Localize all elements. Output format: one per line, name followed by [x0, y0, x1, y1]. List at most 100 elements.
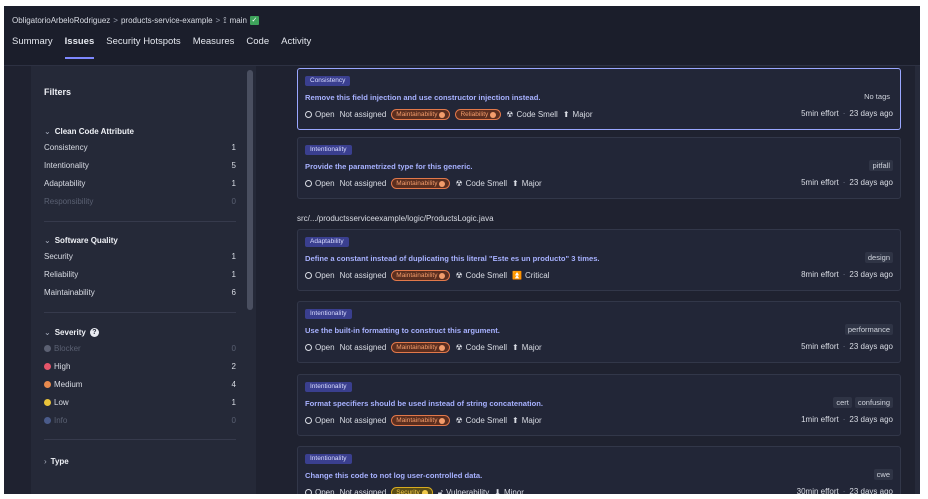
- filter-option[interactable]: Reliability 1: [44, 267, 236, 281]
- issue-severity: ⬇ Minor: [494, 488, 524, 494]
- software-quality-pill[interactable]: Maintainability: [391, 178, 451, 189]
- assignee[interactable]: Not assigned: [340, 110, 387, 119]
- effort: 5min effort: [801, 109, 839, 118]
- issue-tags[interactable]: design: [864, 252, 893, 263]
- issue-title-link[interactable]: Provide the parametrized type for this g…: [305, 162, 473, 171]
- filter-option[interactable]: Intentionality 5: [44, 158, 236, 172]
- software-quality-pill[interactable]: Maintainability: [391, 415, 451, 426]
- filter-option[interactable]: Responsibility 0: [44, 195, 236, 209]
- open-status-icon: [305, 180, 312, 187]
- open-status-icon: [305, 111, 312, 118]
- issue-tag[interactable]: cwe: [873, 469, 893, 480]
- software-quality-pill[interactable]: Maintainability: [391, 270, 451, 281]
- filter-option[interactable]: High 2: [44, 359, 236, 373]
- filter-option[interactable]: Security 1: [44, 249, 236, 263]
- filter-option[interactable]: Consistency 1: [44, 140, 236, 154]
- issue-tags[interactable]: cert confusing: [833, 397, 893, 408]
- tab-activity[interactable]: Activity: [275, 36, 317, 60]
- filters-title: Filters: [44, 87, 72, 97]
- issue-card[interactable]: Adaptability Define a constant instead of…: [297, 229, 901, 291]
- issue-title-link[interactable]: Format specifiers should be used instead…: [305, 399, 543, 408]
- filter-section-type[interactable]: › Type: [44, 457, 69, 466]
- filter-option[interactable]: Maintainability 6: [44, 285, 236, 299]
- filter-option-text: Info: [54, 416, 68, 426]
- issue-status[interactable]: Open: [305, 110, 335, 119]
- issue-title-link[interactable]: Define a constant instead of duplicating…: [305, 254, 600, 263]
- issue-title-link[interactable]: Use the built-in formatting to construct…: [305, 326, 500, 335]
- issue-tag[interactable]: cert: [833, 397, 852, 408]
- issue-age: 23 days ago: [849, 178, 893, 187]
- branch-name[interactable]: main: [230, 16, 247, 25]
- issue-status[interactable]: Open: [305, 343, 335, 352]
- assignee[interactable]: Not assigned: [340, 488, 387, 494]
- tab-code[interactable]: Code: [240, 36, 275, 60]
- filter-option-label: Intentionality: [44, 161, 89, 170]
- issue-effort-age: 1min effort · 23 days ago: [801, 415, 893, 424]
- divider: [44, 221, 236, 222]
- issue-status[interactable]: Open: [305, 488, 335, 494]
- main-scrollbar[interactable]: [915, 66, 920, 494]
- breadcrumb: ObligatorioArbeloRodriguez > products-se…: [12, 14, 259, 26]
- issue-severity: ⬆ Major: [512, 179, 542, 188]
- filter-section-clean_code[interactable]: ⌄ Clean Code Attribute: [44, 127, 134, 136]
- chevron-down-icon: ⌄: [44, 328, 51, 337]
- issue-status[interactable]: Open: [305, 179, 335, 188]
- filter-option[interactable]: Adaptability 1: [44, 176, 236, 190]
- help-icon[interactable]: ?: [89, 328, 99, 337]
- software-quality-pill[interactable]: Security: [391, 487, 433, 494]
- file-path: src/.../productsserviceexample/logic/Pro…: [297, 214, 494, 223]
- severity-major-icon: ⬆: [512, 343, 519, 352]
- issue-age: 23 days ago: [849, 109, 893, 118]
- issue-tags[interactable]: pitfall: [869, 160, 893, 171]
- issue-status[interactable]: Open: [305, 271, 335, 280]
- breadcrumb-org[interactable]: ObligatorioArbeloRodriguez: [12, 16, 110, 25]
- filter-section-title: Software Quality: [54, 236, 118, 245]
- issue-tag[interactable]: No tags: [861, 91, 893, 102]
- tab-measures[interactable]: Measures: [187, 36, 241, 60]
- issue-tags[interactable]: performance: [844, 324, 893, 335]
- issue-severity: ⬆ Major: [563, 110, 593, 119]
- tab-security-hotspots[interactable]: Security Hotspots: [100, 36, 186, 60]
- filter-option[interactable]: Blocker 0: [44, 341, 236, 355]
- filter-option-count: 4: [231, 379, 236, 389]
- issue-card[interactable]: Intentionality Provide the parametrized t…: [297, 137, 901, 199]
- sidebar-scrollbar[interactable]: [247, 70, 253, 310]
- issue-tag[interactable]: confusing: [854, 397, 893, 408]
- issue-card[interactable]: Intentionality Use the built-in formattin…: [297, 301, 901, 363]
- issue-severity: ⏫ Critical: [512, 271, 549, 280]
- assignee[interactable]: Not assigned: [340, 343, 387, 352]
- issue-tag[interactable]: pitfall: [869, 160, 893, 171]
- issue-title-link[interactable]: Remove this field injection and use cons…: [305, 93, 540, 102]
- issue-tag[interactable]: performance: [844, 324, 893, 335]
- severity-critical-icon: ⏫: [512, 271, 522, 280]
- software-quality-pill[interactable]: Maintainability: [391, 342, 451, 353]
- breadcrumb-project[interactable]: products-service-example: [121, 16, 213, 25]
- filter-section-severity[interactable]: ⌄ Severity?: [44, 328, 99, 337]
- filter-option[interactable]: Medium 4: [44, 377, 236, 391]
- issue-tag[interactable]: design: [864, 252, 893, 263]
- issue-tags[interactable]: No tags: [861, 91, 893, 102]
- tab-summary[interactable]: Summary: [12, 36, 59, 60]
- issue-status[interactable]: Open: [305, 416, 335, 425]
- software-quality-pill[interactable]: Maintainability: [391, 109, 451, 120]
- severity-high-icon: [44, 362, 51, 370]
- filter-option[interactable]: Info 0: [44, 414, 236, 428]
- assignee[interactable]: Not assigned: [340, 271, 387, 280]
- issue-tags[interactable]: cwe: [873, 469, 893, 480]
- issue-title-link[interactable]: Change this code to not log user-control…: [305, 471, 482, 480]
- issue-card[interactable]: Consistency Remove this field injection a…: [297, 68, 901, 130]
- filter-section-quality[interactable]: ⌄ Software Quality: [44, 236, 118, 245]
- assignee[interactable]: Not assigned: [340, 179, 387, 188]
- filter-option[interactable]: Low 1: [44, 396, 236, 410]
- software-quality-pill[interactable]: Reliability: [455, 109, 502, 120]
- chevron-right-icon: ›: [44, 457, 47, 466]
- issue-card[interactable]: Intentionality Change this code to not lo…: [297, 446, 901, 494]
- assignee[interactable]: Not assigned: [340, 416, 387, 425]
- severity-major-icon: ⬆: [512, 179, 519, 188]
- open-status-icon: [305, 272, 312, 279]
- filter-option-label: Responsibility: [44, 197, 93, 206]
- tab-issues[interactable]: Issues: [59, 36, 101, 60]
- filter-section-title: Type: [50, 457, 69, 466]
- issue-card[interactable]: Intentionality Format specifiers should b…: [297, 374, 901, 436]
- issue-effort-age: 5min effort · 23 days ago: [801, 109, 893, 118]
